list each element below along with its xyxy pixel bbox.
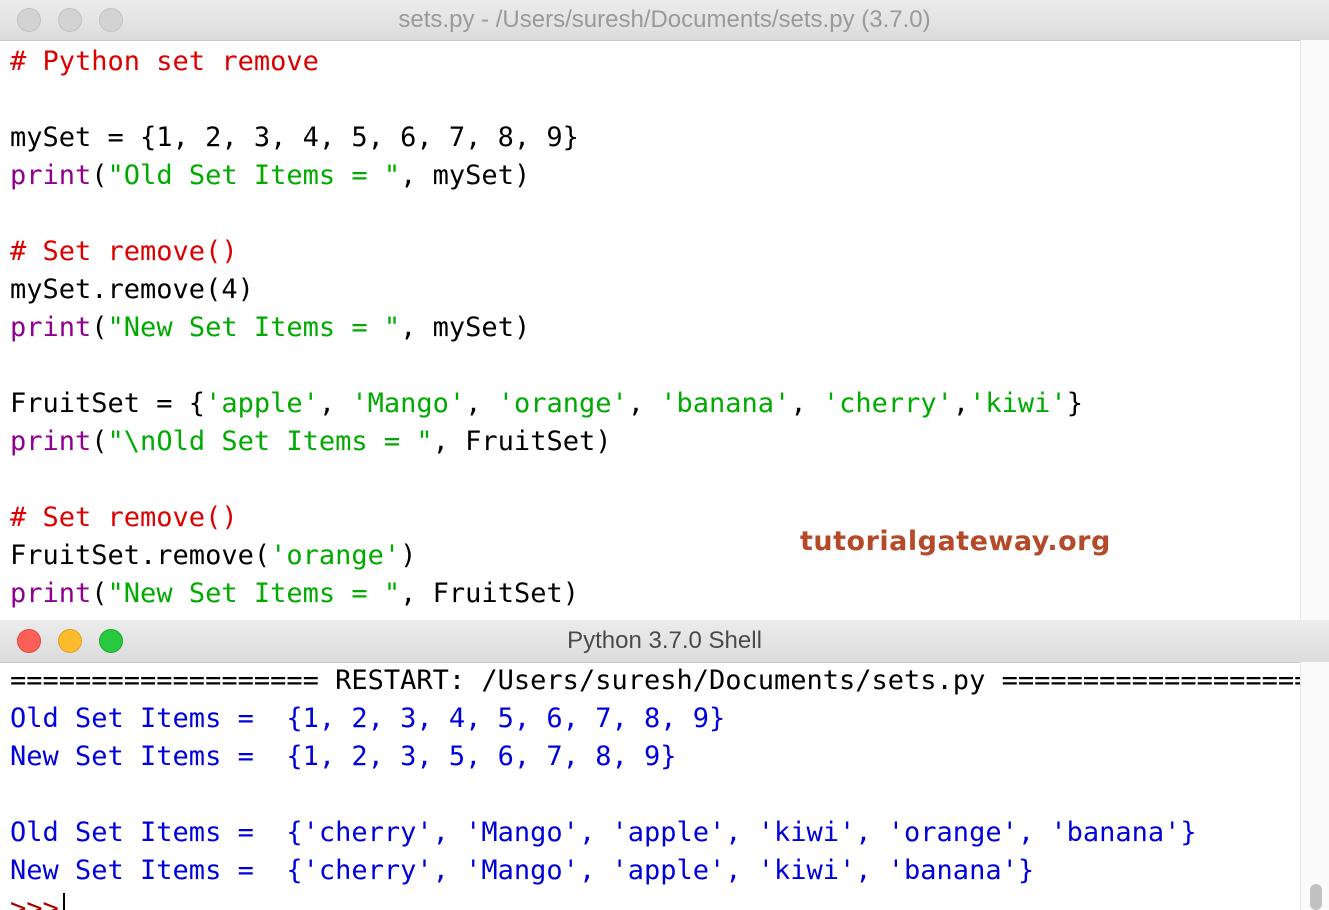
code-token: ( xyxy=(91,578,108,609)
code-token: 'orange' xyxy=(497,388,628,419)
code-token: , xyxy=(952,388,970,419)
shell-window-controls xyxy=(17,629,123,653)
code-token: # Set remove() xyxy=(10,502,238,533)
zoom-button[interactable] xyxy=(99,629,123,653)
code-line: mySet.remove(4) xyxy=(10,271,1083,309)
code-token: ) xyxy=(400,540,417,571)
shell-scrollbar-thumb[interactable] xyxy=(1310,884,1322,910)
shell-output-area[interactable]: =================== RESTART: /Users/sure… xyxy=(10,662,1310,910)
code-line: # Python set remove xyxy=(10,43,1083,81)
code-line: mySet = {1, 2, 3, 4, 5, 6, 7, 8, 9} xyxy=(10,119,1083,157)
code-token: mySet = {1, 2, 3, 4, 5, 6, 7, 8, 9} xyxy=(10,122,579,153)
code-token: 'Mango' xyxy=(351,388,466,419)
code-line: print("New Set Items = ", FruitSet) xyxy=(10,575,1083,613)
shell-output-line: Old Set Items = {1, 2, 3, 4, 5, 6, 7, 8,… xyxy=(10,700,1310,738)
code-token: print xyxy=(10,578,92,609)
code-token: 'orange' xyxy=(270,540,401,571)
code-token: , FruitSet) xyxy=(400,578,579,609)
shell-title: Python 3.7.0 Shell xyxy=(567,627,762,654)
code-token: "New Set Items = " xyxy=(107,578,401,609)
code-line: FruitSet = {'apple', 'Mango', 'orange', … xyxy=(10,385,1083,423)
code-token: Old Set Items = {'cherry', 'Mango', 'app… xyxy=(10,817,1197,848)
shell-output-line: Old Set Items = {'cherry', 'Mango', 'app… xyxy=(10,814,1310,852)
code-token: print xyxy=(10,312,92,343)
code-token: "Old Set Items = " xyxy=(107,160,401,191)
code-line: # Set remove() xyxy=(10,233,1083,271)
code-line: print("\nOld Set Items = ", FruitSet) xyxy=(10,423,1083,461)
code-token: 'cherry' xyxy=(822,388,953,419)
close-button[interactable] xyxy=(17,8,41,32)
code-token: print xyxy=(10,426,92,457)
shell-output-line: New Set Items = {'cherry', 'Mango', 'app… xyxy=(10,852,1310,890)
editor-title: sets.py - /Users/suresh/Documents/sets.p… xyxy=(398,6,931,33)
code-line: print("Old Set Items = ", mySet) xyxy=(10,157,1083,195)
code-token: Old Set Items = {1, 2, 3, 4, 5, 6, 7, 8,… xyxy=(10,703,726,734)
code-token: } xyxy=(1066,388,1083,419)
code-token: 'kiwi' xyxy=(969,388,1067,419)
code-token: print xyxy=(10,160,92,191)
code-token: # Python set remove xyxy=(10,46,319,77)
code-token: ( xyxy=(91,160,108,191)
code-line: print("New Set Items = ", mySet) xyxy=(10,309,1083,347)
code-token: New Set Items = {1, 2, 3, 5, 6, 7, 8, 9} xyxy=(10,741,677,772)
watermark-logo: tutorialgateway.org xyxy=(800,526,1111,557)
code-token: , xyxy=(790,388,823,419)
minimize-button[interactable] xyxy=(58,8,82,32)
code-token: # Set remove() xyxy=(10,236,238,267)
zoom-button[interactable] xyxy=(99,8,123,32)
editor-titlebar[interactable]: sets.py - /Users/suresh/Documents/sets.p… xyxy=(0,0,1329,41)
code-token: =================== RESTART: /Users/sure… xyxy=(10,665,1311,696)
code-token: "New Set Items = " xyxy=(107,312,401,343)
shell-window: Python 3.7.0 Shell =================== R… xyxy=(0,620,1329,910)
editor-window: sets.py - /Users/suresh/Documents/sets.p… xyxy=(0,0,1329,620)
code-token: , xyxy=(318,388,352,419)
code-token: , FruitSet) xyxy=(432,426,612,457)
shell-output-line: =================== RESTART: /Users/sure… xyxy=(10,662,1310,700)
code-token: "\nOld Set Items = " xyxy=(107,426,433,457)
editor-window-controls xyxy=(17,8,123,32)
shell-prompt-line[interactable]: >>> xyxy=(10,890,1310,910)
code-token: , mySet) xyxy=(400,160,531,191)
code-token: 'banana' xyxy=(660,388,791,419)
close-button[interactable] xyxy=(17,629,41,653)
code-token: FruitSet = { xyxy=(10,388,206,419)
code-token: , xyxy=(465,388,498,419)
code-token: New Set Items = {'cherry', 'Mango', 'app… xyxy=(10,855,1035,886)
code-token: ( xyxy=(91,426,108,457)
shell-output-line: New Set Items = {1, 2, 3, 5, 6, 7, 8, 9} xyxy=(10,738,1310,776)
code-token: , mySet) xyxy=(400,312,531,343)
shell-prompt: >>> xyxy=(10,893,59,910)
shell-titlebar[interactable]: Python 3.7.0 Shell xyxy=(0,620,1329,663)
code-token: mySet.remove(4) xyxy=(10,274,254,305)
code-token: , xyxy=(627,388,661,419)
editor-scrollbar[interactable] xyxy=(1300,40,1329,620)
code-token: FruitSet.remove( xyxy=(10,540,271,571)
minimize-button[interactable] xyxy=(58,629,82,653)
shell-scrollbar[interactable] xyxy=(1300,662,1329,910)
code-token: ( xyxy=(91,312,108,343)
text-cursor xyxy=(62,893,65,910)
code-token: 'apple' xyxy=(205,388,319,419)
shell-output-line xyxy=(10,776,1310,814)
